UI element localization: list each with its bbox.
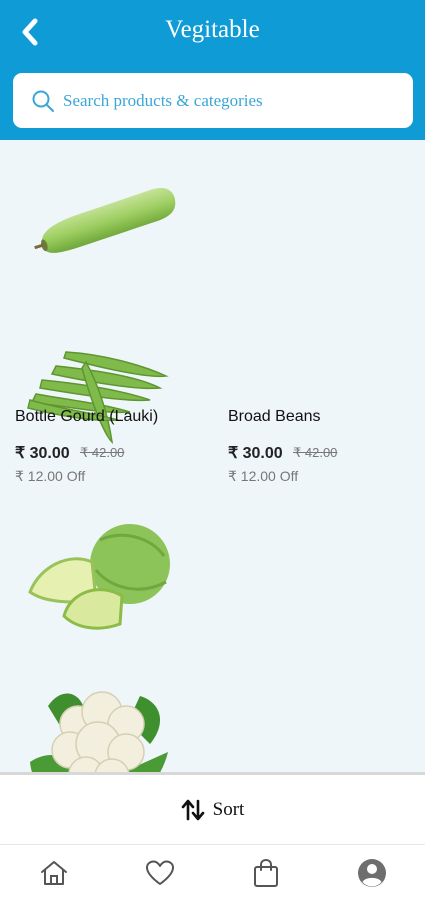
sort-button[interactable]: Sort — [0, 772, 425, 844]
page-title: Vegitable — [165, 16, 260, 43]
profile-icon — [358, 859, 386, 887]
search-bar[interactable] — [13, 73, 413, 128]
product-image[interactable] — [0, 140, 198, 304]
tab-favorites[interactable] — [143, 857, 177, 889]
product-image[interactable] — [0, 500, 198, 652]
product-price: ₹ 30.00 — [15, 445, 70, 462]
tab-cart[interactable] — [249, 857, 283, 889]
sort-arrows-icon — [181, 799, 204, 820]
bottom-nav — [0, 844, 425, 900]
product-old-price: ₹ 42.00 — [293, 445, 338, 460]
product-grid: Bottle Gourd (Lauki) ₹ 30.00 ₹ 42.00 ₹ 1… — [0, 140, 425, 772]
product-discount: ₹ 12.00 Off — [228, 468, 299, 484]
tab-home[interactable] — [37, 857, 71, 889]
product-card[interactable] — [0, 500, 425, 652]
search-input[interactable] — [63, 90, 383, 111]
product-name: Broad Beans — [228, 408, 321, 425]
product-name: Bottle Gourd (Lauki) — [15, 408, 159, 425]
product-discount: ₹ 12.00 Off — [15, 468, 86, 484]
cabbage-image — [28, 524, 170, 630]
product-image[interactable] — [0, 652, 197, 772]
sort-label: Sort — [212, 798, 245, 820]
tab-profile[interactable] — [355, 857, 389, 889]
heart-icon — [146, 860, 174, 885]
search-icon — [32, 90, 54, 112]
bottle-gourd-image — [34, 187, 176, 253]
product-card[interactable]: Bottle Gourd (Lauki) ₹ 30.00 ₹ 42.00 ₹ 1… — [0, 140, 425, 484]
app-header: Vegitable — [0, 0, 425, 140]
product-card[interactable] — [0, 652, 425, 772]
shopping-bag-icon — [254, 858, 278, 887]
cauliflower-image — [30, 691, 168, 772]
product-price: ₹ 30.00 — [228, 445, 283, 462]
home-icon — [41, 861, 67, 885]
product-old-price: ₹ 42.00 — [80, 445, 125, 460]
